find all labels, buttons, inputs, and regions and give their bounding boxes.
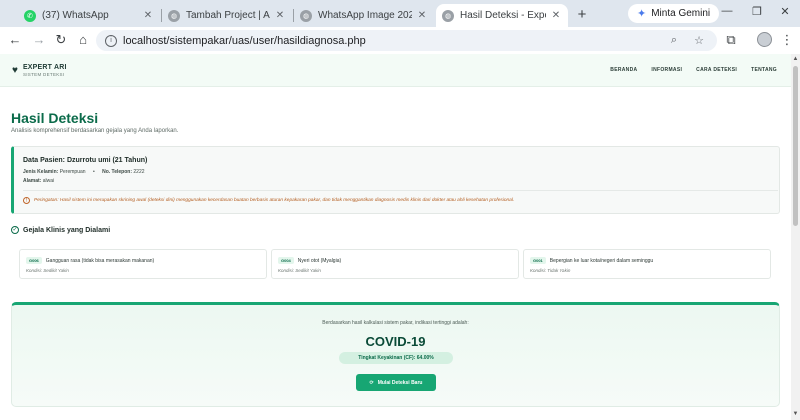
address-value: alwai (42, 178, 55, 184)
menu-cara-deteksi[interactable]: CARA DETEKSI (696, 67, 737, 73)
divider (23, 190, 778, 191)
confidence-badge: Tingkat Keyakinan (CF): 64.00% (339, 352, 453, 364)
address-bar[interactable]: i localhost/sistempakar/uas/user/hasildi… (96, 30, 717, 51)
symptom-card: G006 Gangguan rasa (tidak bisa merasakan… (19, 249, 267, 279)
bookmark-star-icon[interactable]: ☆ (692, 34, 706, 47)
back-icon[interactable]: ← (6, 31, 24, 49)
main-menu: BERANDA INFORMASI CARA DETEKSI TENTANG (610, 67, 777, 73)
globe-icon: ◍ (300, 9, 312, 22)
symptom-card: G001 Bepergian ke luar kota/negeri dalam… (523, 249, 771, 279)
web-page: ♥ EXPERT ARI SISTEM DETEKSI BERANDA INFO… (0, 54, 791, 420)
tab-title: Tambah Project | Admin (186, 10, 270, 21)
menu-tentang[interactable]: TENTANG (751, 67, 777, 73)
symptoms-list: G006 Gangguan rasa (tidak bisa merasakan… (19, 249, 772, 279)
patient-details: Jenis Kelamin: Perempuan • No. Telepon: … (23, 169, 145, 175)
patient-heading: Data Pasien: Dzurrotu umi (21 Tahun) (23, 157, 148, 164)
gemini-button[interactable]: ✦ Minta Gemini (628, 4, 720, 23)
patient-card: Data Pasien: Dzurrotu umi (21 Tahun) Jen… (11, 146, 780, 214)
scroll-up-icon[interactable]: ▲ (792, 56, 799, 62)
tab-strip: ✆ (37) WhatsApp ✕ ◍ Tambah Project | Adm… (0, 0, 800, 27)
restore-icon[interactable]: ❐ (750, 5, 764, 18)
symptom-name: Bepergian ke luar kota/negeri dalam semi… (549, 257, 654, 264)
close-icon[interactable]: ✕ (274, 10, 286, 21)
home-icon[interactable]: ⌂ (74, 31, 92, 49)
new-tab-button[interactable]: + (574, 6, 590, 23)
forward-icon[interactable]: → (30, 31, 48, 49)
symptom-condition: Kondisi: Tidak Yakin (530, 268, 571, 273)
warning-icon: ! (23, 197, 30, 204)
new-detection-label: Mulai Deteksi Baru (377, 379, 423, 386)
phone-value: 2222 (133, 169, 145, 175)
page-subtitle: Analisis komprehensif berdasarkan gejala… (11, 128, 179, 134)
tab-tambah-project[interactable]: ◍ Tambah Project | Admin ✕ (162, 4, 292, 27)
brand-name: EXPERT ARI (22, 64, 67, 71)
symptom-name: Gangguan rasa (tidak bisa merasakan maka… (45, 257, 155, 264)
menu-informasi[interactable]: INFORMASI (651, 67, 682, 73)
result-card: Berdasarkan hasil kalkulasi sistem pakar… (11, 302, 780, 407)
result-intro: Berdasarkan hasil kalkulasi sistem pakar… (322, 320, 469, 326)
gemini-label: Minta Gemini (651, 8, 711, 19)
diagnosis-name: COVID-19 (365, 334, 426, 349)
refresh-icon: ⟳ (369, 379, 374, 386)
page-scrollbar[interactable]: ▲ ▼ (791, 54, 800, 420)
gender-value: Perempuan (59, 169, 86, 175)
heartbeat-icon: ♥ (12, 65, 18, 76)
profile-avatar[interactable] (757, 32, 772, 47)
tab-whatsapp[interactable]: ✆ (37) WhatsApp ✕ (18, 4, 160, 27)
window-close-icon[interactable]: ✕ (778, 5, 792, 18)
tab-whatsapp-image[interactable]: ◍ WhatsApp Image 2026-08- ✕ (294, 4, 434, 27)
symptom-code: G004 (278, 257, 294, 264)
symptom-name: Nyeri otot (Myalgia) (297, 257, 342, 264)
menu-beranda[interactable]: BERANDA (610, 67, 637, 73)
url-text[interactable]: localhost/sistempakar/uas/user/hasildiag… (123, 35, 667, 47)
symptom-condition: Kondisi: Sedikit Yakin (26, 268, 69, 273)
address-label: Alamat: (23, 178, 42, 184)
minimize-icon[interactable]: — (720, 5, 734, 17)
patient-address: Alamat: alwai (23, 178, 54, 184)
symptom-condition: Kondisi: Sedikit Yakin (278, 268, 321, 273)
globe-icon: ◍ (442, 9, 454, 22)
tab-title: WhatsApp Image 2026-08- (318, 10, 412, 21)
brand-tagline: SISTEM DETEKSI (22, 72, 65, 77)
symptom-code: G001 (530, 257, 546, 264)
reload-icon[interactable]: ↻ (52, 31, 70, 49)
phone-label: No. Telepon: (102, 169, 132, 175)
disclaimer-text: Peringatan: Hasil sistem ini merupakan s… (34, 198, 515, 203)
symptoms-section-title: ✓ Gejala Klinis yang Dialami (11, 226, 110, 234)
tab-hasil-deteksi[interactable]: ◍ Hasil Deteksi - Expert ARI ✕ (436, 4, 568, 27)
disclaimer: ! Peringatan: Hasil sistem ini merupakan… (23, 197, 514, 204)
check-circle-icon: ✓ (11, 226, 19, 234)
site-logo[interactable]: ♥ EXPERT ARI SISTEM DETEKSI (12, 64, 67, 77)
symptom-card: G004 Nyeri otot (Myalgia) Kondisi: Sedik… (271, 249, 519, 279)
tab-title: Hasil Deteksi - Expert ARI (460, 10, 546, 21)
menu-kebab-icon[interactable]: ⋮ (778, 31, 796, 49)
close-icon[interactable]: ✕ (550, 10, 562, 21)
close-icon[interactable]: ✕ (416, 10, 428, 21)
site-header: ♥ EXPERT ARI SISTEM DETEKSI BERANDA INFO… (0, 54, 791, 87)
gender-label: Jenis Kelamin: (23, 169, 59, 175)
new-detection-button[interactable]: ⟳ Mulai Deteksi Baru (356, 374, 436, 391)
sparkle-icon: ✦ (637, 8, 647, 20)
zoom-icon[interactable]: ⌕ (667, 34, 681, 47)
tab-title: (37) WhatsApp (42, 10, 109, 21)
symptoms-title-text: Gejala Klinis yang Dialami (23, 226, 111, 234)
separator-dot: • (92, 169, 95, 175)
whatsapp-icon: ✆ (24, 9, 36, 22)
symptom-code: G006 (26, 257, 42, 264)
close-icon[interactable]: ✕ (142, 10, 154, 21)
globe-icon: ◍ (168, 9, 180, 22)
site-info-icon[interactable]: i (105, 34, 117, 47)
page-title: Hasil Deteksi (11, 110, 99, 126)
browser-toolbar: ← → ↻ ⌂ i localhost/sistempakar/uas/user… (0, 27, 800, 54)
extensions-icon[interactable]: ⧉ (722, 31, 740, 49)
scroll-down-icon[interactable]: ▼ (792, 411, 799, 417)
scrollbar-thumb[interactable] (793, 66, 798, 226)
